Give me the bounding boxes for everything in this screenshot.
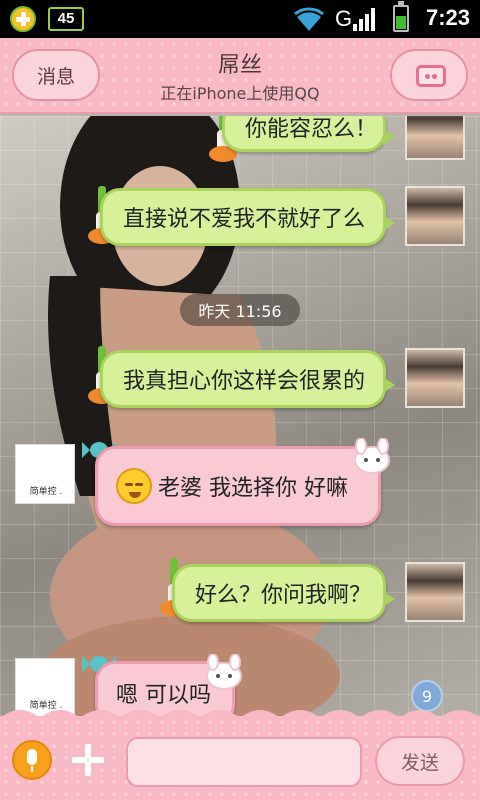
sd-card-icon: 45 [48, 7, 84, 31]
friend-avatar-label: 简单控 . [29, 487, 63, 497]
back-to-messages-button[interactable]: 消息 [12, 49, 100, 101]
my-avatar[interactable] [405, 348, 465, 408]
message-text: 我真担心你这样会很累的 [123, 369, 366, 394]
bunny-icon [354, 438, 390, 474]
message-text: 老婆 我选择你 好嘛 [158, 476, 348, 501]
my-avatar[interactable] [405, 562, 465, 622]
chat-header: 消息 屌丝 正在iPhone上使用QQ [0, 38, 480, 114]
message-text: 直接说不爱我不就好了么 [123, 207, 366, 232]
emoji-face-icon [116, 468, 152, 504]
network-type-label: G [335, 6, 353, 31]
chat-area[interactable]: 你能容忍么！ 直接说不爱我不就好了么 昨天 11:56 我真担心你这样会很累的 … [0, 116, 480, 716]
plus-icon [10, 6, 36, 32]
message-bubble-outgoing[interactable]: 你能容忍么！ [222, 116, 395, 152]
bunny-icon [206, 654, 242, 690]
wifi-icon [294, 7, 324, 32]
contact-name: 屌丝 [217, 53, 262, 78]
message-bubble-outgoing[interactable]: 我真担心你这样会很累的 [100, 350, 395, 408]
message-text: 你能容忍么！ [245, 117, 378, 142]
input-bar: 发送 [0, 710, 480, 800]
message-bubble-incoming[interactable]: 老婆 我选择你 好嘛 [95, 446, 381, 526]
more-options-button[interactable] [68, 740, 108, 780]
message-input[interactable] [126, 737, 362, 787]
contact-profile-button[interactable] [390, 49, 468, 101]
pig-face-icon [416, 65, 446, 87]
contact-status: 正在iPhone上使用QQ [160, 84, 320, 103]
status-bar: 45 G 7:23 [0, 0, 480, 38]
voice-input-button[interactable] [12, 740, 52, 780]
send-button[interactable]: 发送 [375, 736, 465, 786]
message-bubble-outgoing[interactable]: 好么？你问我啊？ [172, 564, 395, 622]
my-avatar[interactable] [405, 186, 465, 246]
input-bar-scallop [0, 710, 480, 718]
friend-avatar[interactable]: 简单控 . [15, 444, 75, 504]
my-avatar[interactable] [405, 116, 465, 160]
message-text: 好么？你问我啊？ [195, 583, 372, 608]
message-bubble-outgoing[interactable]: 直接说不爱我不就好了么 [100, 188, 395, 246]
battery-icon [393, 1, 409, 32]
message-timestamp: 昨天 11:56 [180, 294, 300, 326]
signal-icon [353, 8, 375, 31]
clock: 7:23 [425, 5, 470, 30]
